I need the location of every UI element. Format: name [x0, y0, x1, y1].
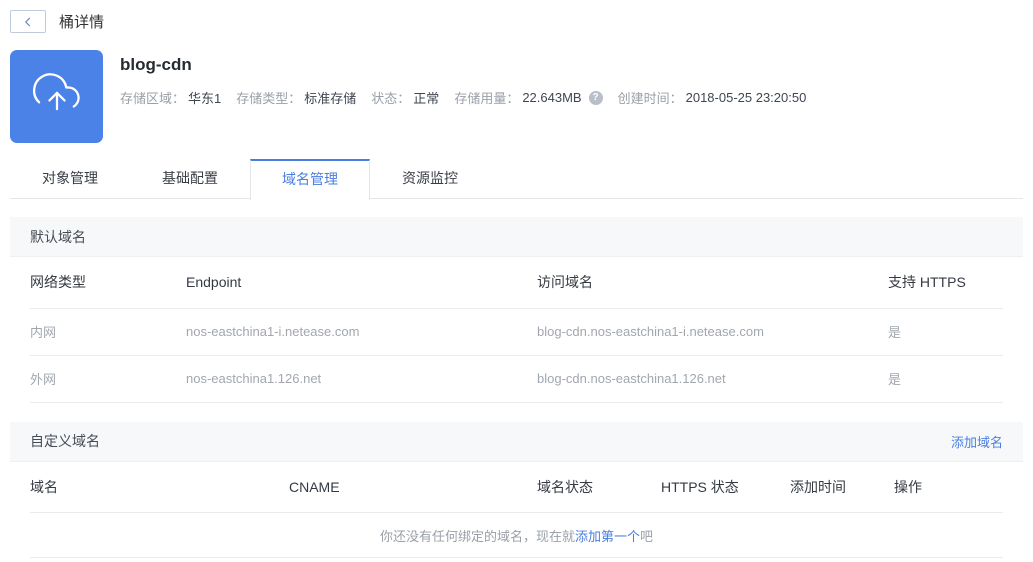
col-access-domain: 访问域名 — [537, 257, 888, 309]
table-header-row: 网络类型 Endpoint 访问域名 支持 HTTPS — [30, 257, 1003, 309]
tab-basic-config[interactable]: 基础配置 — [130, 159, 250, 198]
default-domains-table: 网络类型 Endpoint 访问域名 支持 HTTPS 内网 nos-eastc… — [30, 257, 1003, 403]
meta-created-time: 创建时间： 2018-05-25 23:20:50 — [617, 90, 807, 106]
empty-state: 你还没有任何绑定的域名，现在就 添加第一个吧 — [30, 513, 1003, 558]
custom-domains-table: 域名 CNAME 域名状态 HTTPS 状态 添加时间 操作 — [30, 461, 1003, 513]
col-actions: 操作 — [894, 461, 1003, 513]
add-first-domain-link[interactable]: 添加第一个 — [575, 526, 640, 545]
chevron-left-icon — [22, 16, 34, 28]
col-added-time: 添加时间 — [790, 461, 894, 513]
table-header-row: 域名 CNAME 域名状态 HTTPS 状态 添加时间 操作 — [30, 461, 1003, 513]
bucket-meta: 存储区域： 华东1 存储类型： 标准存储 状态： 正常 存储用量： 22.643… — [120, 88, 806, 107]
default-domains-section-header: 默认域名 — [10, 217, 1023, 257]
meta-storage-region: 存储区域： 华东1 — [120, 91, 222, 106]
add-domain-link[interactable]: 添加域名 — [951, 432, 1003, 451]
help-icon[interactable]: ? — [588, 90, 603, 105]
tab-resource-monitor[interactable]: 资源监控 — [370, 159, 490, 198]
meta-storage-type: 存储类型： 标准存储 — [236, 91, 357, 106]
col-domain-status: 域名状态 — [537, 461, 661, 513]
page-title: 桶详情 — [59, 14, 105, 31]
default-domains-table-wrap: 网络类型 Endpoint 访问域名 支持 HTTPS 内网 nos-eastc… — [10, 257, 1023, 403]
table-row: 外网 nos-eastchina1.126.net blog-cdn.nos-e… — [30, 355, 1003, 403]
empty-text-suffix: 吧 — [640, 528, 654, 544]
custom-domains-table-wrap: 域名 CNAME 域名状态 HTTPS 状态 添加时间 操作 你还没有任何绑定的… — [10, 461, 1023, 558]
default-domains-title: 默认域名 — [30, 228, 86, 245]
col-domain: 域名 — [30, 461, 289, 513]
col-network-type: 网络类型 — [30, 257, 186, 309]
bucket-detail-page: 桶详情 blog-cdn 存储区域： 华东1 存储类型： 标准存储 状态： 正常… — [0, 0, 1033, 562]
tab-domain-management[interactable]: 域名管理 — [250, 159, 370, 200]
meta-storage-usage: 存储用量： 22.643MB ? — [454, 88, 603, 107]
col-https-support: 支持 HTTPS — [888, 257, 1003, 309]
tab-bar: 对象管理 基础配置 域名管理 资源监控 — [10, 159, 1023, 200]
empty-text-prefix: 你还没有任何绑定的域名，现在就 — [379, 528, 575, 544]
bucket-icon — [10, 50, 103, 143]
cloud-upload-icon — [31, 68, 83, 125]
custom-domains-title: 自定义域名 — [30, 433, 100, 449]
meta-status: 状态： 正常 — [371, 91, 440, 106]
bucket-info: blog-cdn 存储区域： 华东1 存储类型： 标准存储 状态： 正常 存储用… — [120, 50, 806, 143]
bucket-header: blog-cdn 存储区域： 华东1 存储类型： 标准存储 状态： 正常 存储用… — [10, 50, 1023, 143]
col-cname: CNAME — [289, 461, 537, 513]
back-button[interactable] — [10, 10, 46, 33]
tab-object-management[interactable]: 对象管理 — [10, 159, 130, 198]
col-https-status: HTTPS 状态 — [661, 461, 790, 513]
topbar: 桶详情 — [0, 0, 1033, 33]
bucket-name: blog-cdn — [120, 55, 192, 74]
custom-domains-section-header: 自定义域名 添加域名 — [10, 421, 1023, 462]
table-row: 内网 nos-eastchina1-i.netease.com blog-cdn… — [30, 308, 1003, 356]
col-endpoint: Endpoint — [186, 257, 537, 309]
